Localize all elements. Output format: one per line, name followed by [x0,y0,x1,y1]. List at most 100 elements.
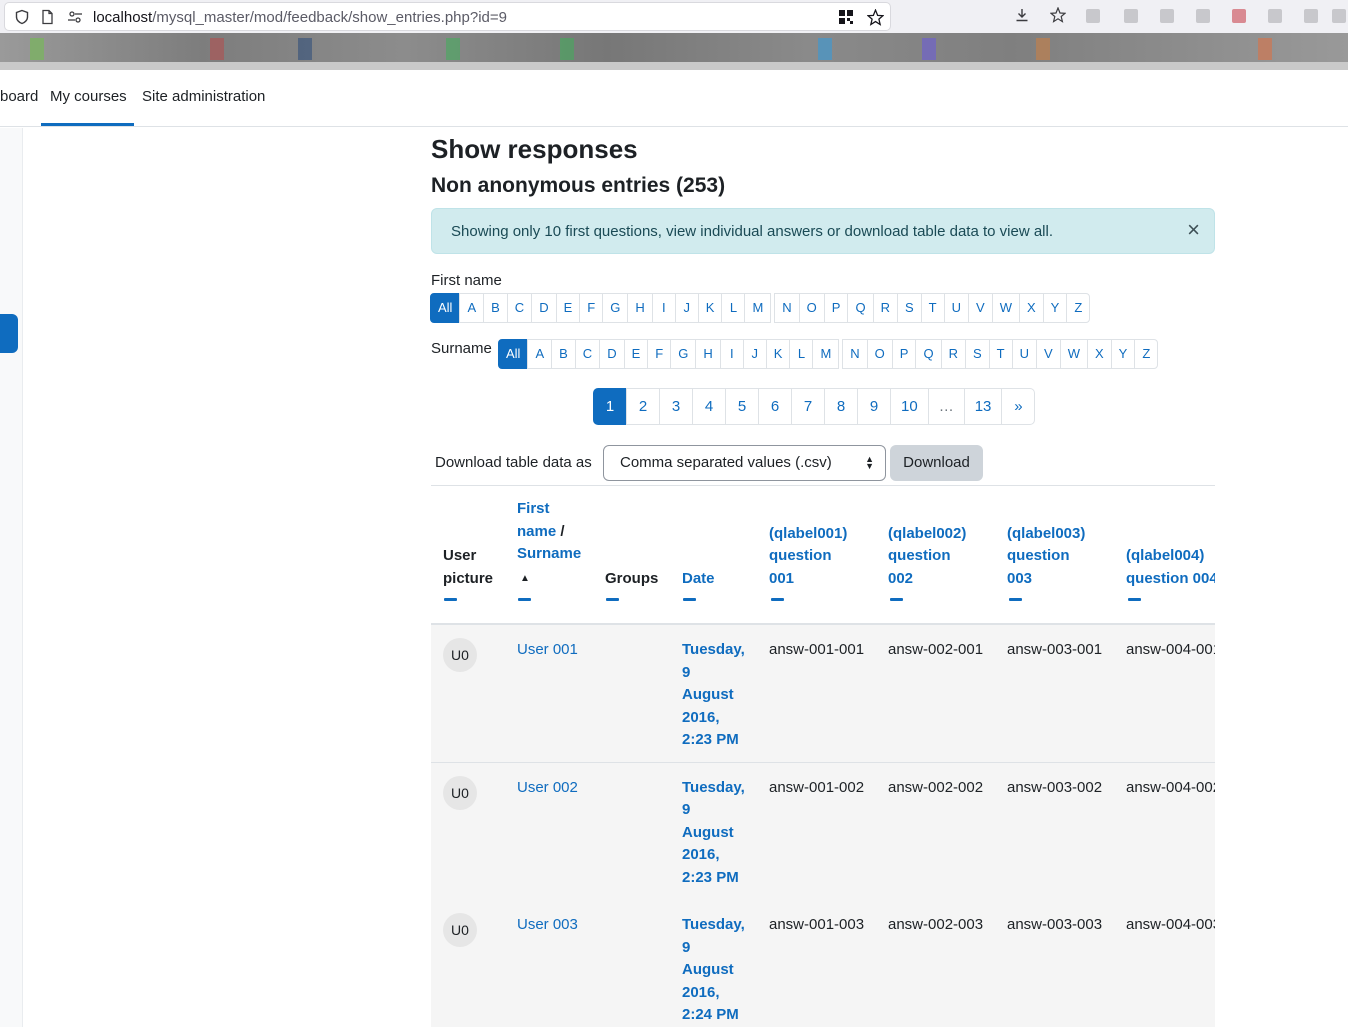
surname-initial-f[interactable]: F [647,339,672,369]
open-drawer-button[interactable] [0,314,18,353]
entry-date-link[interactable]: Tuesday, 9 August 2016, 2:23 PM [682,777,757,890]
page-13-button[interactable]: 13 [963,388,1003,425]
page-7-button[interactable]: 7 [791,388,825,425]
extension-icon[interactable] [1160,9,1174,23]
sort-question-link[interactable]: (qlabel001) [769,525,847,542]
download-format-select[interactable]: Comma separated values (.csv) ▲ ▼ [603,445,886,481]
firstname-initial-all[interactable]: All [430,293,461,323]
hide-column-icon[interactable] [771,598,784,601]
hide-column-icon[interactable] [518,598,531,601]
downloads-icon[interactable] [1013,7,1031,25]
surname-initial-y[interactable]: Y [1110,339,1136,369]
page-4-button[interactable]: 4 [692,388,726,425]
extension-icon[interactable] [1196,9,1210,23]
page-1-button[interactable]: 1 [593,388,627,425]
surname-initial-z[interactable]: Z [1134,339,1159,369]
firstname-initial-a[interactable]: A [459,293,485,323]
firstname-initial-v[interactable]: V [968,293,993,323]
sort-question-link[interactable]: (qlabel004) [1126,547,1204,564]
firstname-initial-z[interactable]: Z [1066,293,1091,323]
surname-initial-u[interactable]: U [1011,339,1038,369]
surname-initial-j[interactable]: J [742,339,767,369]
surname-initial-b[interactable]: B [551,339,576,369]
firstname-initial-k[interactable]: K [697,293,723,323]
firstname-initial-w[interactable]: W [991,293,1020,323]
page-10-button[interactable]: 10 [890,388,929,425]
firstname-initial-n[interactable]: N [774,293,800,323]
bookmark-icon[interactable] [1258,38,1272,60]
surname-initial-g[interactable]: G [670,339,697,369]
firstname-initial-g[interactable]: G [602,293,629,323]
qr-code-icon[interactable] [838,9,854,25]
surname-initial-s[interactable]: S [964,339,990,369]
avatar[interactable]: U0 [443,913,477,947]
sort-firstname-link[interactable]: First [517,500,550,517]
surname-initial-v[interactable]: V [1036,339,1061,369]
extension-icon[interactable] [1232,9,1246,23]
extension-icon[interactable] [1304,9,1318,23]
page-5-button[interactable]: 5 [725,388,759,425]
bookmark-icon[interactable] [818,38,832,60]
hide-column-icon[interactable] [1128,598,1141,601]
firstname-initial-b[interactable]: B [483,293,508,323]
page-8-button[interactable]: 8 [824,388,858,425]
nav-item-site-administration[interactable]: Site administration [142,88,265,105]
url-bar[interactable]: localhost/mysql_master/mod/feedback/show… [4,2,891,31]
firstname-initial-m[interactable]: M [744,293,772,323]
hide-column-icon[interactable] [444,598,457,601]
sort-firstname-link[interactable]: name [517,523,556,540]
surname-initial-e[interactable]: E [623,339,649,369]
extension-icon[interactable] [1124,9,1138,23]
firstname-initial-q[interactable]: Q [847,293,874,323]
download-button[interactable]: Download [890,445,983,481]
firstname-initial-p[interactable]: P [823,293,849,323]
surname-initial-h[interactable]: H [695,339,721,369]
firstname-initial-i[interactable]: I [651,293,676,323]
avatar[interactable]: U0 [443,638,477,672]
firstname-initial-o[interactable]: O [798,293,825,323]
avatar[interactable]: U0 [443,775,477,810]
bookmark-icon[interactable] [298,38,312,60]
sort-question-link[interactable]: question 003 [1007,547,1070,587]
extension-icon[interactable] [1086,9,1100,23]
surname-initial-q[interactable]: Q [915,339,942,369]
surname-initial-c[interactable]: C [574,339,601,369]
surname-initial-l[interactable]: L [789,339,814,369]
sort-question-link[interactable]: (qlabel003) [1007,525,1085,542]
account-icon[interactable] [1049,6,1067,25]
surname-initial-m[interactable]: M [812,339,840,369]
surname-initial-k[interactable]: K [765,339,791,369]
surname-initial-i[interactable]: I [719,339,744,369]
surname-initial-w[interactable]: W [1059,339,1088,369]
bookmark-icon[interactable] [1036,38,1050,60]
nav-item-dashboard[interactable]: board [0,88,38,105]
surname-initial-all[interactable]: All [498,339,529,369]
page-3-button[interactable]: 3 [659,388,693,425]
bookmark-icon[interactable] [30,38,44,60]
page-9-button[interactable]: 9 [857,388,891,425]
firstname-initial-c[interactable]: C [506,293,533,323]
firstname-initial-h[interactable]: H [627,293,653,323]
user-name-link[interactable]: User 003 [517,914,578,937]
page-6-button[interactable]: 6 [758,388,792,425]
hide-column-icon[interactable] [683,598,696,601]
next-page-button[interactable]: » [1001,388,1036,425]
firstname-initial-u[interactable]: U [943,293,970,323]
site-permissions-icon[interactable] [67,9,83,25]
nav-item-my-courses[interactable]: My courses [50,88,127,105]
surname-initial-t[interactable]: T [988,339,1013,369]
surname-initial-r[interactable]: R [940,339,966,369]
surname-initial-d[interactable]: D [599,339,625,369]
firstname-initial-s[interactable]: S [896,293,922,323]
firstname-initial-l[interactable]: L [721,293,746,323]
firstname-initial-f[interactable]: F [579,293,604,323]
sort-surname-link[interactable]: Surname [517,545,581,562]
sort-date-link[interactable]: Date [682,570,715,587]
page-2-button[interactable]: 2 [626,388,660,425]
firstname-initial-r[interactable]: R [872,293,898,323]
surname-initial-x[interactable]: X [1087,339,1112,369]
surname-initial-a[interactable]: A [527,339,553,369]
bookmark-icon[interactable] [446,38,460,60]
firstname-initial-e[interactable]: E [555,293,581,323]
hide-column-icon[interactable] [606,598,619,601]
